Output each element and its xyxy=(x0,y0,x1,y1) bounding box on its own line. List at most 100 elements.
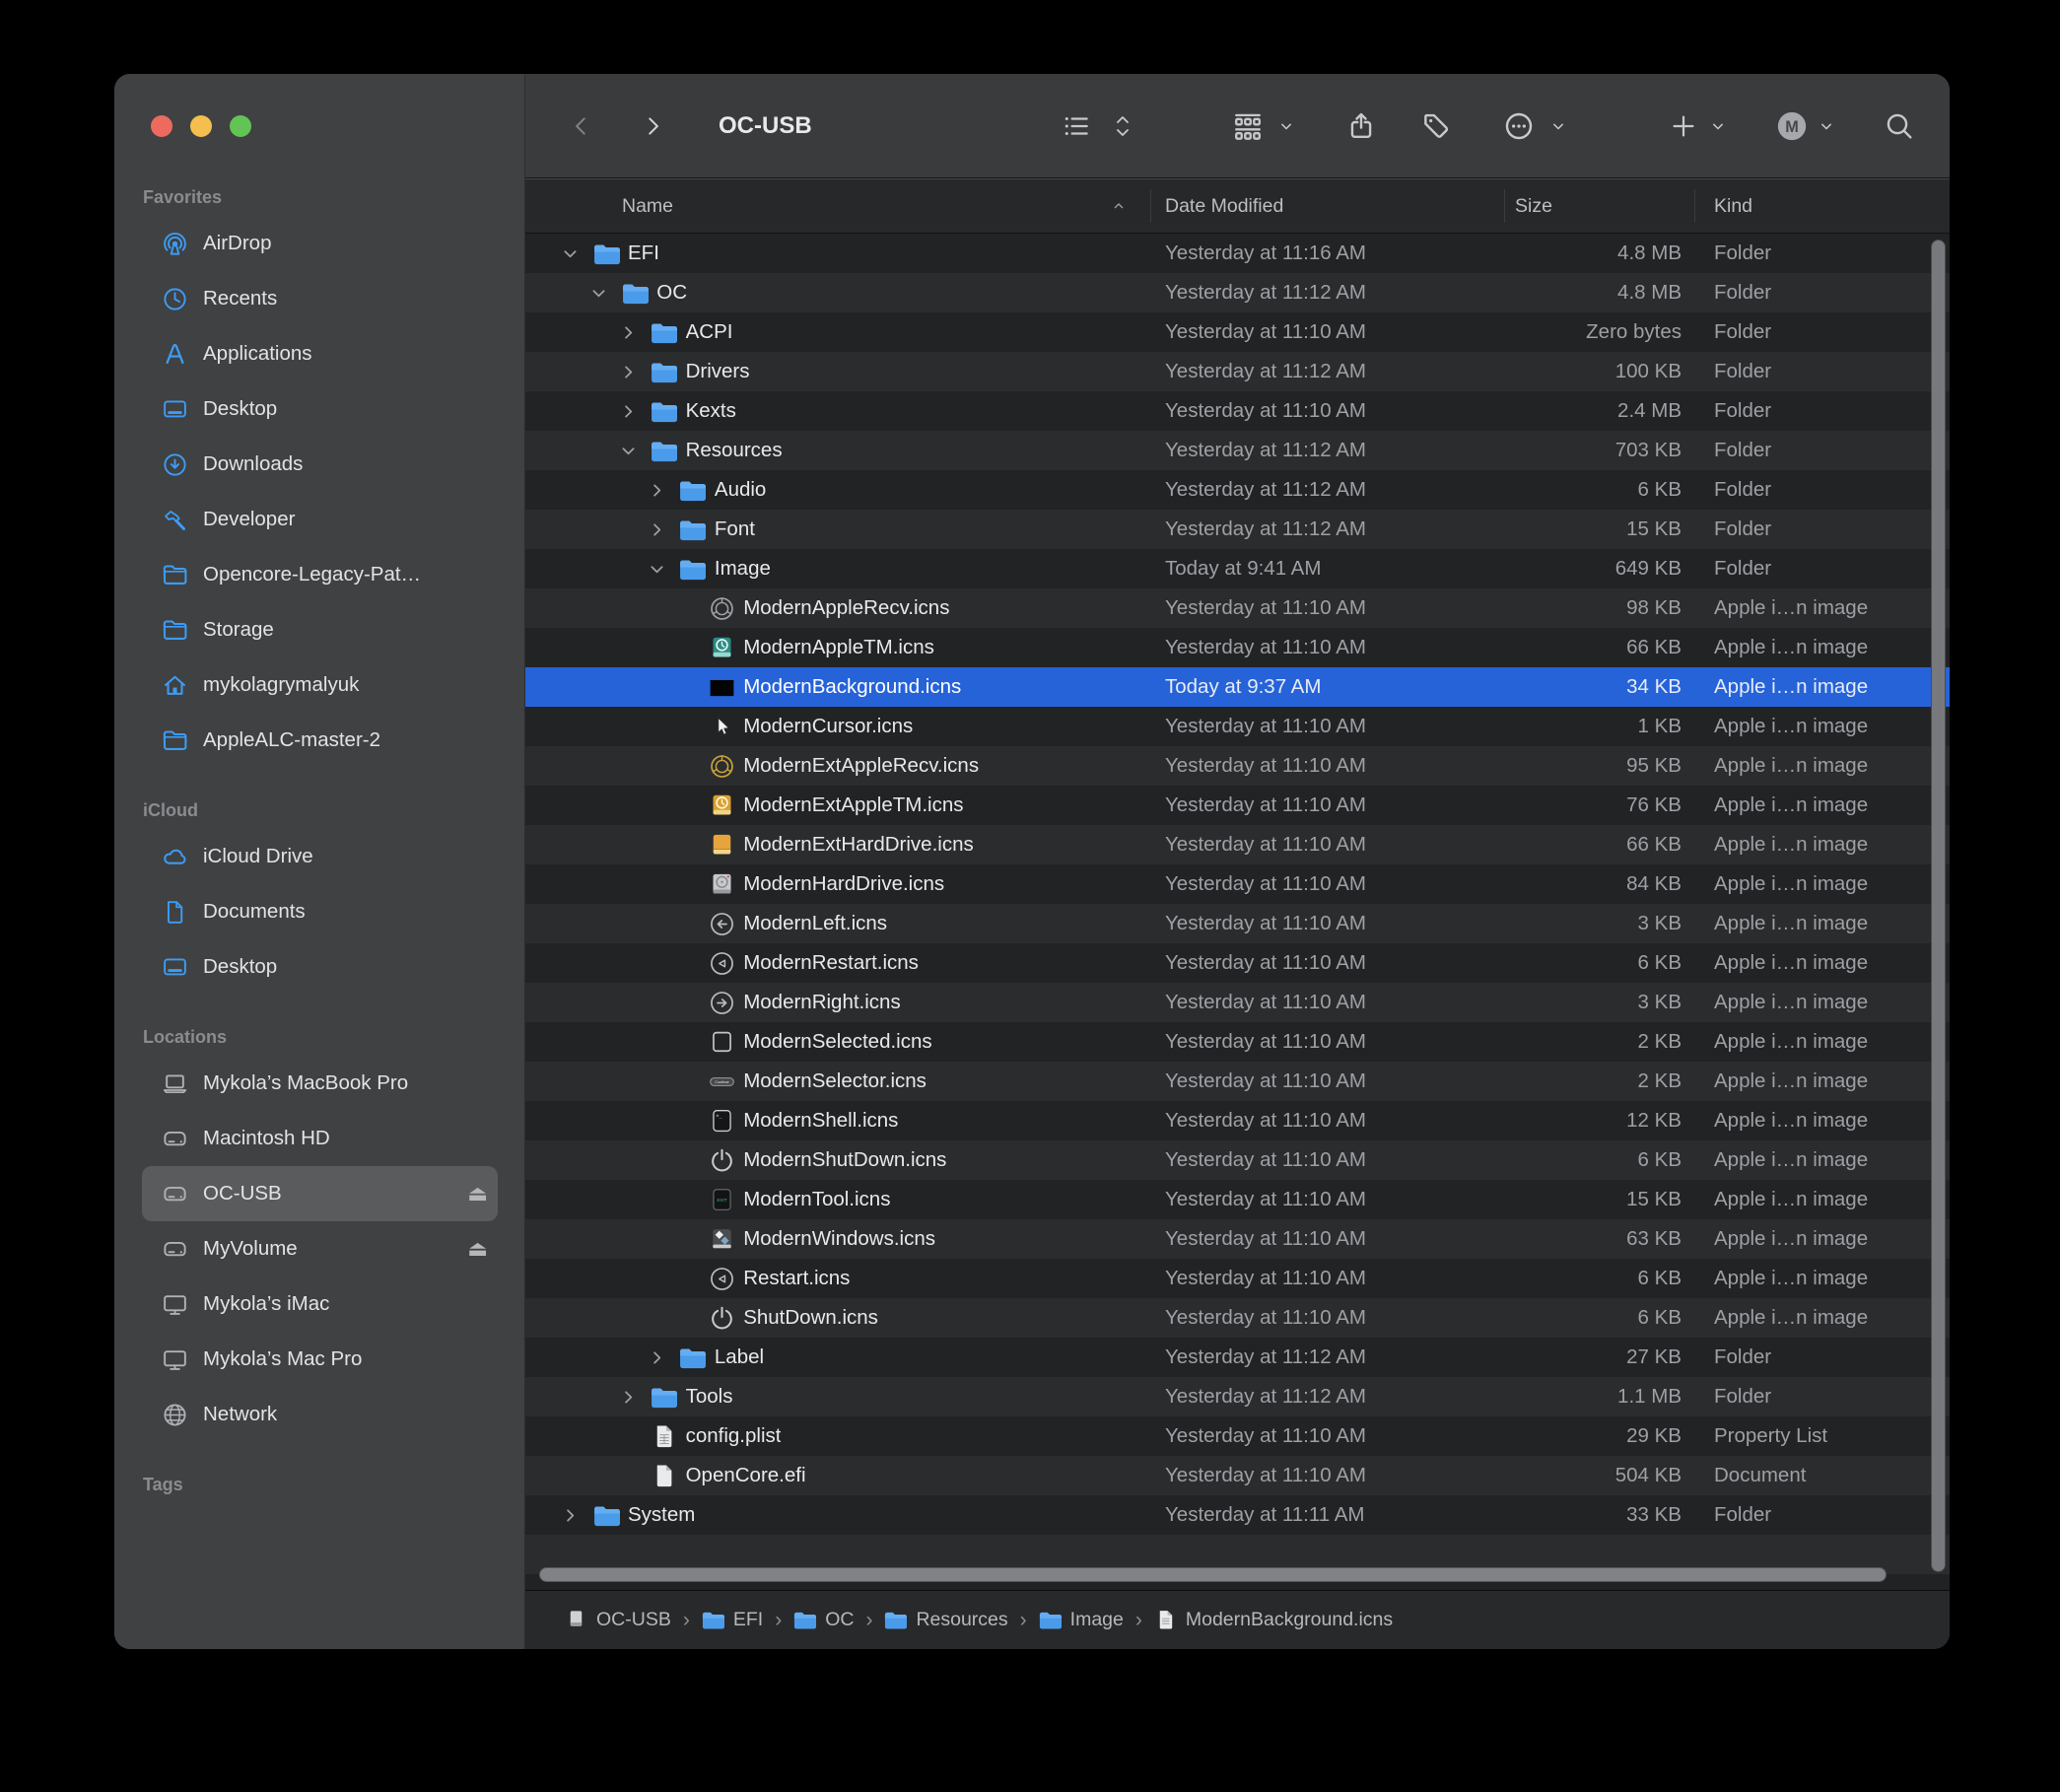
sidebar-item-documents[interactable]: Documents xyxy=(142,884,498,939)
close-button[interactable] xyxy=(151,115,172,137)
file-row-image[interactable]: ImageToday at 9:41 AM649 KBFolder xyxy=(525,549,1950,588)
sidebar-item-desktop[interactable]: Desktop xyxy=(142,939,498,995)
more-actions-icon[interactable] xyxy=(1503,74,1535,177)
name-cell: Drivers xyxy=(525,357,1151,386)
eject-icon[interactable]: ⏏ xyxy=(467,1181,488,1206)
sidebar-item-network[interactable]: Network xyxy=(142,1387,498,1442)
sidebar-item-mykolagrymalyuk[interactable]: mykolagrymalyuk xyxy=(142,657,498,713)
disclosure-closed-icon[interactable] xyxy=(648,520,678,539)
sidebar-item-recents[interactable]: Recents xyxy=(142,271,498,326)
sidebar-item-applealc-master-2[interactable]: AppleALC-master-2 xyxy=(142,713,498,768)
sidebar-item-icloud-drive[interactable]: iCloud Drive xyxy=(142,829,498,884)
column-header-date[interactable]: Date Modified xyxy=(1151,189,1505,223)
group-by-chevron-icon[interactable] xyxy=(1276,74,1296,177)
file-row-modernappletm-icns[interactable]: ModernAppleTM.icnsYesterday at 11:10 AM6… xyxy=(525,628,1950,667)
file-row-moderntool-icns[interactable]: EXITModernTool.icnsYesterday at 11:10 AM… xyxy=(525,1180,1950,1219)
file-row-modernextapplerecv-icns[interactable]: ModernExtAppleRecv.icnsYesterday at 11:1… xyxy=(525,746,1950,786)
search-icon[interactable] xyxy=(1884,74,1915,177)
new-item-icon[interactable] xyxy=(1669,74,1698,177)
new-item-chevron-icon[interactable] xyxy=(1708,74,1728,177)
disclosure-open-icon[interactable] xyxy=(619,442,650,460)
disclosure-closed-icon[interactable] xyxy=(561,1506,591,1525)
path-item-oc[interactable]: OC xyxy=(793,1609,854,1631)
minimize-button[interactable] xyxy=(190,115,212,137)
sidebar-item-applications[interactable]: Applications xyxy=(142,326,498,381)
forward-button[interactable] xyxy=(640,74,665,177)
disclosure-closed-icon[interactable] xyxy=(648,481,678,500)
sidebar-item-oc-usb[interactable]: OC-USB⏏ xyxy=(142,1166,498,1221)
horizontal-scrollbar[interactable] xyxy=(539,1567,1887,1582)
file-row-font[interactable]: FontYesterday at 11:12 AM15 KBFolder xyxy=(525,510,1950,549)
file-row-restart-icns[interactable]: Restart.icnsYesterday at 11:10 AM6 KBApp… xyxy=(525,1259,1950,1298)
file-row-shutdown-icns[interactable]: ShutDown.icnsYesterday at 11:10 AM6 KBAp… xyxy=(525,1298,1950,1338)
disclosure-closed-icon[interactable] xyxy=(619,363,650,381)
sidebar-item-myvolume[interactable]: MyVolume⏏ xyxy=(142,1221,498,1276)
file-row-modernshutdown-icns[interactable]: ModernShutDown.icnsYesterday at 11:10 AM… xyxy=(525,1140,1950,1180)
sidebar-item-desktop[interactable]: Desktop xyxy=(142,381,498,437)
disclosure-open-icon[interactable] xyxy=(648,560,678,579)
file-row-modernharddrive-icns[interactable]: ModernHardDrive.icnsYesterday at 11:10 A… xyxy=(525,864,1950,904)
file-row-opencore-efi[interactable]: OpenCore.efiYesterday at 11:10 AM504 KBD… xyxy=(525,1456,1950,1495)
sidebar-item-mykola-s-macbook-pro[interactable]: Mykola’s MacBook Pro xyxy=(142,1056,498,1111)
path-item-oc-usb[interactable]: OC-USB xyxy=(565,1609,671,1631)
file-row-efi[interactable]: EFIYesterday at 11:16 AM4.8 MBFolder xyxy=(525,234,1950,273)
disclosure-closed-icon[interactable] xyxy=(619,402,650,421)
file-row-modernselector-icns[interactable]: ContinueModernSelector.icnsYesterday at … xyxy=(525,1062,1950,1101)
file-row-resources[interactable]: ResourcesYesterday at 11:12 AM703 KBFold… xyxy=(525,431,1950,470)
file-row-tools[interactable]: ToolsYesterday at 11:12 AM1.1 MBFolder xyxy=(525,1377,1950,1416)
share-icon[interactable] xyxy=(1345,74,1377,177)
file-row-drivers[interactable]: DriversYesterday at 11:12 AM100 KBFolder xyxy=(525,352,1950,391)
account-avatar[interactable]: M xyxy=(1775,74,1809,177)
disclosure-closed-icon[interactable] xyxy=(648,1348,678,1367)
file-kind: Apple i…n image xyxy=(1695,1306,1950,1330)
sort-toggle-icon[interactable] xyxy=(1111,74,1134,177)
zoom-button[interactable] xyxy=(230,115,251,137)
disclosure-closed-icon[interactable] xyxy=(619,323,650,342)
path-item-modernbackground-icns[interactable]: ModernBackground.icns xyxy=(1154,1609,1393,1631)
file-row-system[interactable]: SystemYesterday at 11:11 AM33 KBFolder xyxy=(525,1495,1950,1535)
tag-icon[interactable] xyxy=(1420,74,1452,177)
file-row-oc[interactable]: OCYesterday at 11:12 AM4.8 MBFolder xyxy=(525,273,1950,312)
file-row-config-plist[interactable]: config.plistYesterday at 11:10 AM29 KBPr… xyxy=(525,1416,1950,1456)
vertical-scrollbar[interactable] xyxy=(1931,240,1946,1572)
path-item-efi[interactable]: EFI xyxy=(702,1609,763,1631)
path-item-image[interactable]: Image xyxy=(1039,1609,1124,1631)
file-row-label[interactable]: LabelYesterday at 11:12 AM27 KBFolder xyxy=(525,1338,1950,1377)
sidebar-item-macintosh-hd[interactable]: Macintosh HD xyxy=(142,1111,498,1166)
column-header-kind[interactable]: Kind xyxy=(1695,189,1950,223)
column-header-size[interactable]: Size xyxy=(1505,189,1695,223)
sidebar-item-developer[interactable]: Developer xyxy=(142,492,498,547)
disclosure-closed-icon[interactable] xyxy=(619,1388,650,1407)
eject-icon[interactable]: ⏏ xyxy=(467,1236,488,1262)
file-row-modernrestart-icns[interactable]: ModernRestart.icnsYesterday at 11:10 AM6… xyxy=(525,943,1950,983)
file-row-audio[interactable]: AudioYesterday at 11:12 AM6 KBFolder xyxy=(525,470,1950,510)
group-by-icon[interactable] xyxy=(1231,74,1265,177)
file-row-kexts[interactable]: KextsYesterday at 11:10 AM2.4 MBFolder xyxy=(525,391,1950,431)
file-row-modernleft-icns[interactable]: ModernLeft.icnsYesterday at 11:10 AM3 KB… xyxy=(525,904,1950,943)
path-item-resources[interactable]: Resources xyxy=(884,1609,1007,1631)
date-modified: Yesterday at 11:10 AM xyxy=(1151,754,1505,778)
sidebar-item-opencore-legacy-pat-[interactable]: Opencore-Legacy-Pat… xyxy=(142,547,498,602)
account-chevron-icon[interactable] xyxy=(1817,74,1836,177)
file-row-modernshell-icns[interactable]: >_ModernShell.icnsYesterday at 11:10 AM1… xyxy=(525,1101,1950,1140)
file-row-modernselected-icns[interactable]: ModernSelected.icnsYesterday at 11:10 AM… xyxy=(525,1022,1950,1062)
file-row-modernbackground-icns[interactable]: ModernBackground.icnsToday at 9:37 AM34 … xyxy=(525,667,1950,707)
file-row-modernwindows-icns[interactable]: ModernWindows.icnsYesterday at 11:10 AM6… xyxy=(525,1219,1950,1259)
column-header-name[interactable]: Name xyxy=(525,189,1151,223)
file-row-modernright-icns[interactable]: ModernRight.icnsYesterday at 11:10 AM3 K… xyxy=(525,983,1950,1022)
file-row-acpi[interactable]: ACPIYesterday at 11:10 AMZero bytesFolde… xyxy=(525,312,1950,352)
sidebar-item-mykola-s-imac[interactable]: Mykola’s iMac xyxy=(142,1276,498,1332)
more-actions-chevron-icon[interactable] xyxy=(1548,74,1568,177)
back-button[interactable] xyxy=(569,74,594,177)
sidebar-item-downloads[interactable]: Downloads xyxy=(142,437,498,492)
file-row-moderncursor-icns[interactable]: ModernCursor.icnsYesterday at 11:10 AM1 … xyxy=(525,707,1950,746)
file-row-modernextharddrive-icns[interactable]: ModernExtHardDrive.icnsYesterday at 11:1… xyxy=(525,825,1950,864)
sidebar-item-storage[interactable]: Storage xyxy=(142,602,498,657)
disclosure-open-icon[interactable] xyxy=(561,244,591,263)
sidebar-item-airdrop[interactable]: AirDrop xyxy=(142,216,498,271)
file-row-modernapplerecv-icns[interactable]: ModernAppleRecv.icnsYesterday at 11:10 A… xyxy=(525,588,1950,628)
sidebar-item-mykola-s-mac-pro[interactable]: Mykola’s Mac Pro xyxy=(142,1332,498,1387)
list-view-icon[interactable] xyxy=(1062,74,1091,177)
disclosure-open-icon[interactable] xyxy=(589,284,620,303)
file-row-modernextappletm-icns[interactable]: ModernExtAppleTM.icnsYesterday at 11:10 … xyxy=(525,786,1950,825)
